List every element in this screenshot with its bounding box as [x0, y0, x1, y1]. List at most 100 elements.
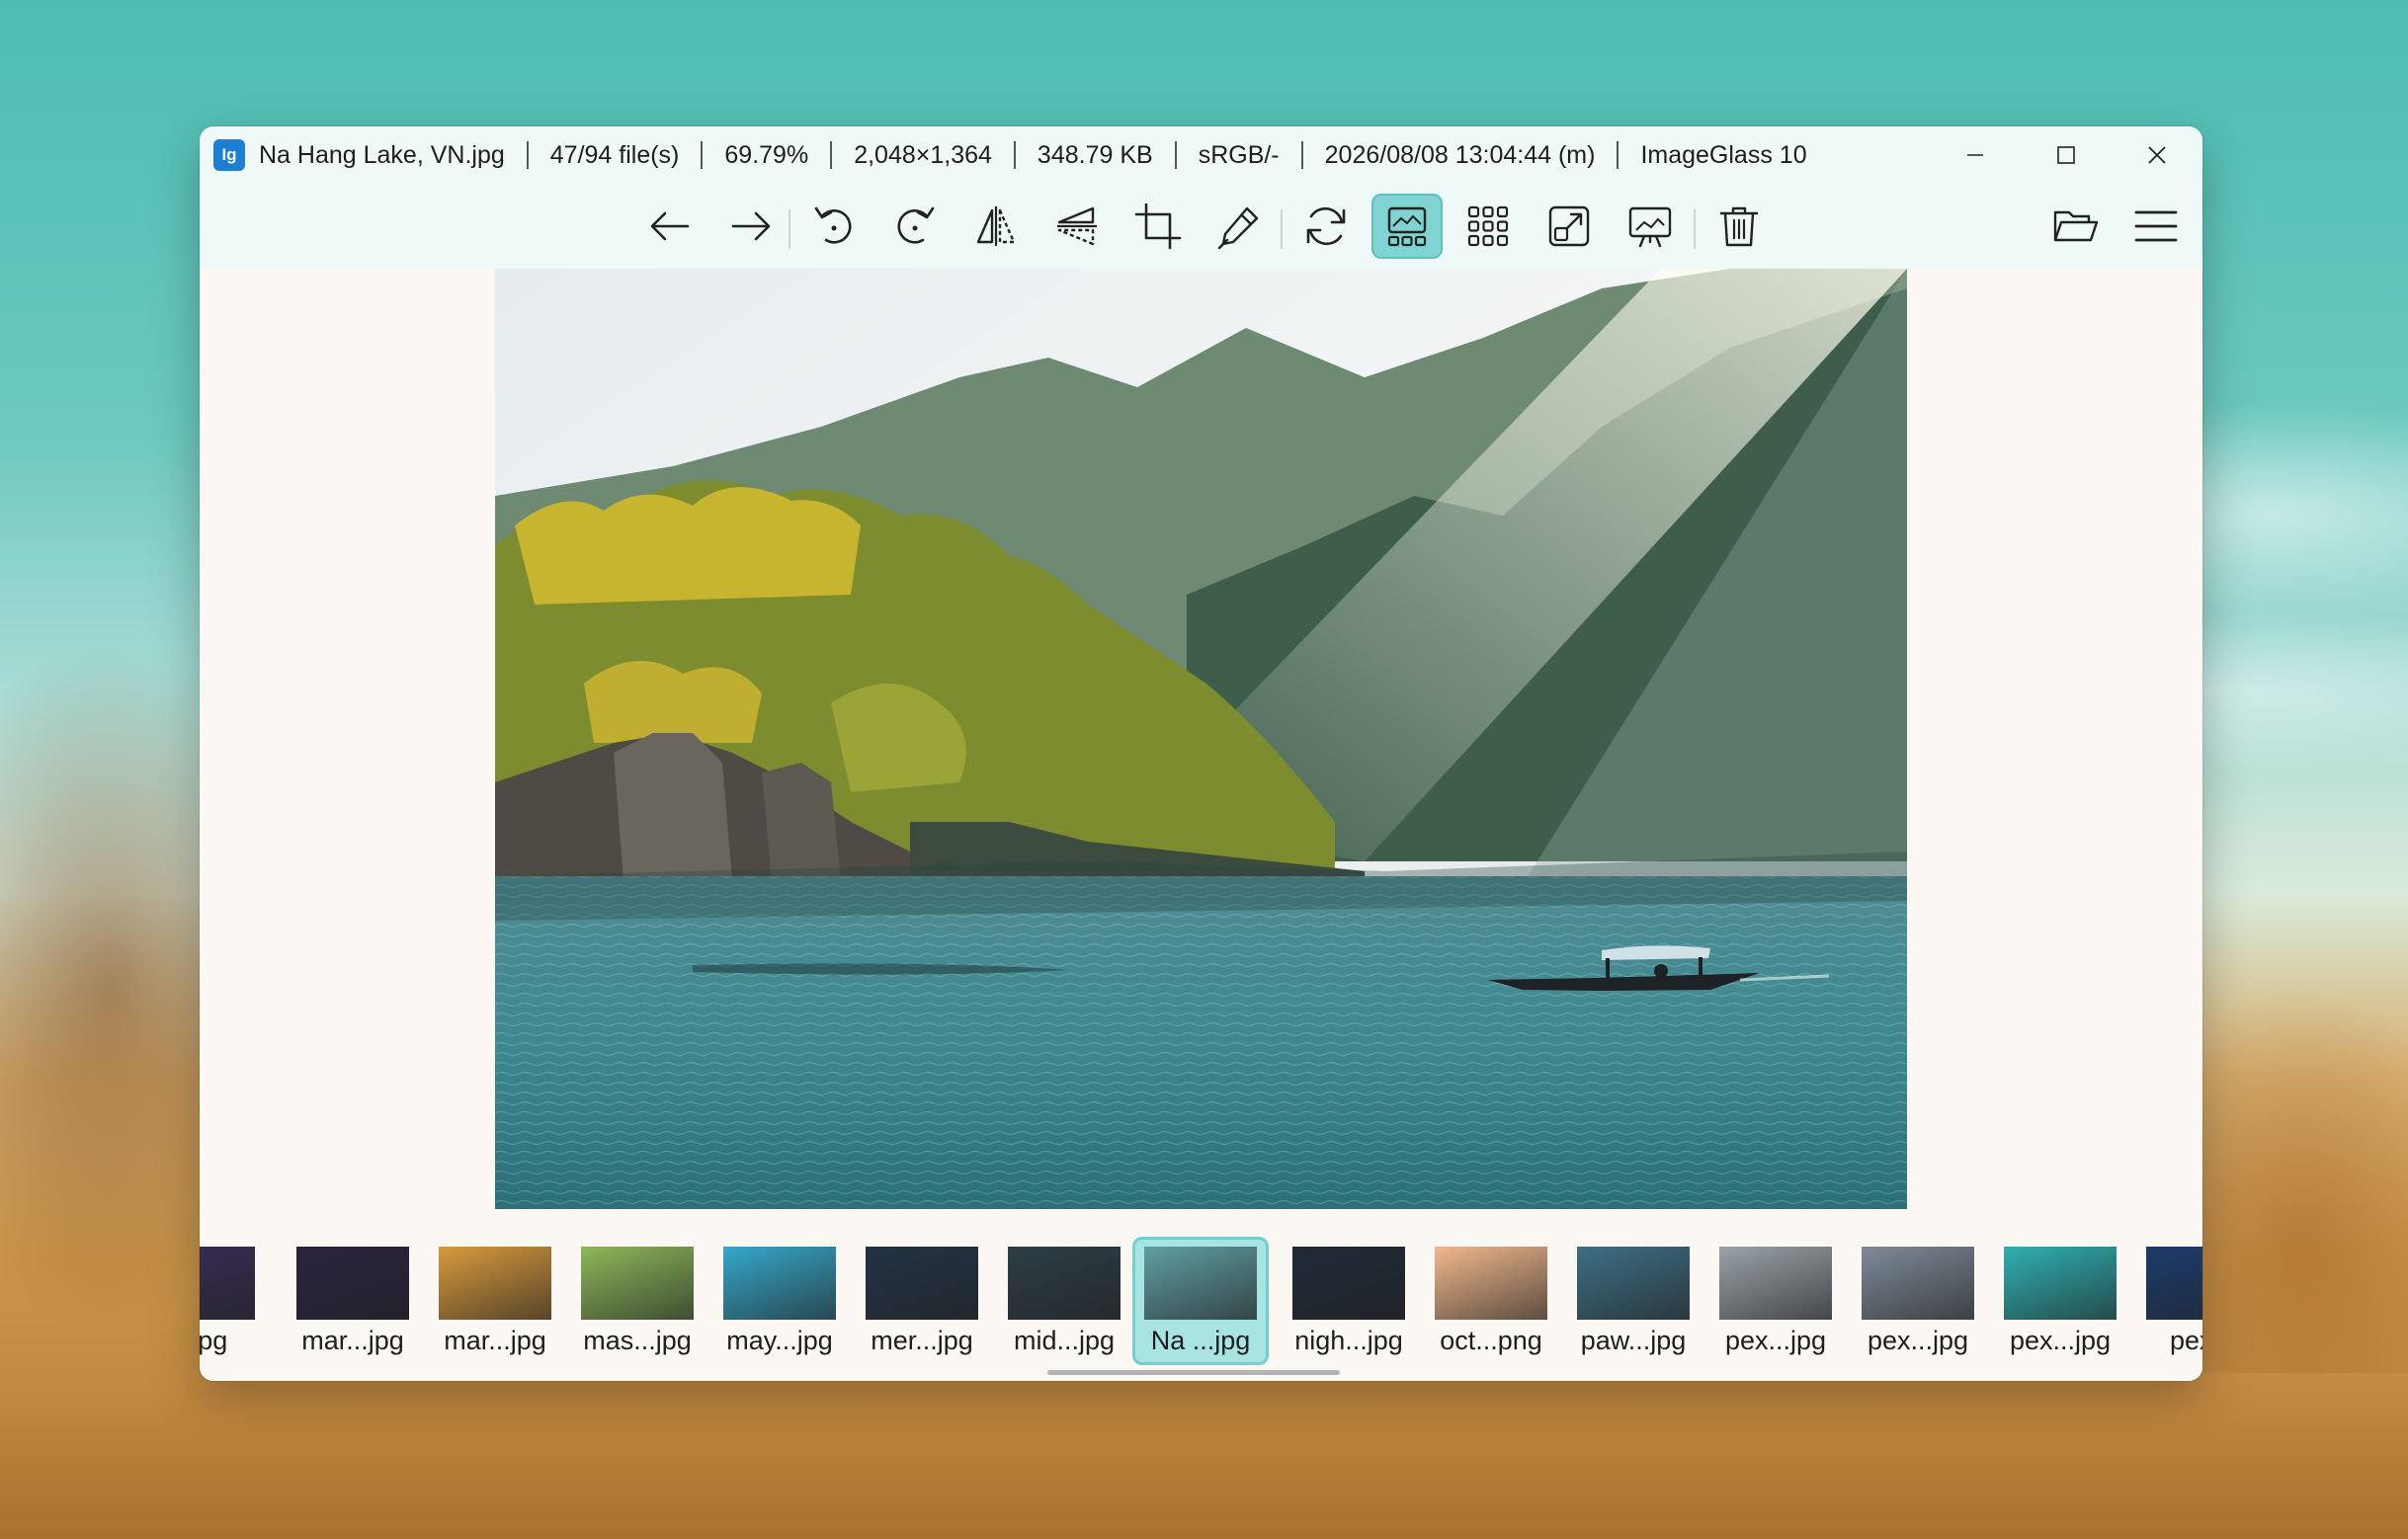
thumbnail-item[interactable]: mer...jpg [854, 1237, 990, 1365]
title-separator [830, 141, 833, 169]
thumbnail-item[interactable]: pex...jpg [1992, 1237, 2128, 1365]
toolbar-separator [1281, 209, 1283, 249]
thumbnail-bar-button[interactable] [1371, 194, 1443, 259]
minimize-button[interactable] [1930, 126, 2021, 184]
flip-vertical-icon [1057, 206, 1097, 246]
thumbnail-label: pex... [2169, 1326, 2202, 1355]
title-datetime: 2026/08/08 13:04:44 (m) [1324, 140, 1596, 169]
thumbnail-label: mer...jpg [871, 1326, 973, 1355]
title-separator [701, 141, 704, 169]
app-logo-icon: Ig [213, 139, 245, 171]
rotate-left-icon [814, 206, 852, 244]
window-controls [1930, 126, 2202, 184]
title-file-size: 348.79 KB [1037, 140, 1153, 169]
main-menu-button[interactable] [2120, 194, 2192, 259]
rotate-right-icon [897, 206, 935, 244]
delete-icon [1719, 206, 1759, 247]
thumbnail-image [581, 1247, 694, 1320]
previous-image-button[interactable] [634, 194, 706, 259]
slideshow-icon [1628, 206, 1672, 248]
rotate-left-button[interactable] [798, 194, 870, 259]
rotate-right-button[interactable] [879, 194, 951, 259]
thumbnail-item[interactable]: pex... [2134, 1237, 2202, 1365]
thumbnail-scrollbar[interactable] [1047, 1370, 1340, 1375]
imageglass-window: Ig Na Hang Lake, VN.jpg 47/94 file(s) 69… [200, 126, 2202, 1381]
title-separator [526, 141, 529, 169]
color-picker-icon [1217, 206, 1259, 250]
title-app-name: ImageGlass 10 [1640, 140, 1807, 169]
flip-horizontal-button[interactable] [960, 194, 1032, 259]
thumbnail-image [1862, 1247, 1974, 1320]
thumbnail-label: may...jpg [726, 1326, 833, 1355]
open-file-button[interactable] [2039, 194, 2111, 259]
title-separator [1617, 141, 1619, 169]
lake-photo [495, 269, 1907, 1209]
title-zoom: 69.79% [724, 140, 809, 169]
thumbnail-bar-icon [1387, 206, 1427, 247]
flip-vertical-button[interactable] [1041, 194, 1113, 259]
refresh-icon [1306, 206, 1346, 246]
thumbnail-item[interactable]: oct...png [1423, 1237, 1559, 1365]
title-bar[interactable]: Ig Na Hang Lake, VN.jpg 47/94 file(s) 69… [200, 126, 2202, 184]
fullscreen-icon [1548, 205, 1590, 247]
slideshow-button[interactable] [1615, 194, 1686, 259]
thumbnail-label: mid...jpg [1013, 1326, 1116, 1355]
maximize-button[interactable] [2021, 126, 2112, 184]
thumbnail-label: mar...jpg [301, 1326, 404, 1355]
thumbnail-image [1144, 1247, 1257, 1320]
thumbnail-item[interactable]: ...jpg [200, 1237, 267, 1365]
thumbnail-item[interactable]: mar...jpg [427, 1237, 563, 1365]
title-color-profile: sRGB/- [1198, 140, 1280, 169]
thumbnail-image [1719, 1247, 1832, 1320]
thumbnail-item[interactable]: Na ...jpg [1132, 1237, 1269, 1365]
thumbnail-item[interactable]: mid...jpg [996, 1237, 1132, 1365]
thumbnail-label: mas...jpg [583, 1326, 692, 1355]
color-picker-button[interactable] [1204, 194, 1275, 259]
thumbnail-item[interactable]: nigh...jpg [1281, 1237, 1417, 1365]
thumbnail-image [1292, 1247, 1405, 1320]
menu-icon [2134, 210, 2178, 242]
title-separator [1300, 141, 1303, 169]
delete-button[interactable] [1703, 194, 1775, 259]
thumbnail-image [866, 1247, 978, 1320]
toolbar [200, 184, 2202, 269]
thumbnail-label: pex...jpg [2009, 1326, 2112, 1355]
thumbnail-bar[interactable]: ...jpg mar...jpg mar...jpg mas...jpg may...j… [200, 1223, 2202, 1381]
toolbar-separator [1694, 209, 1696, 249]
thumbnail-image [723, 1247, 836, 1320]
fullscreen-button[interactable] [1534, 194, 1605, 259]
thumbnail-item[interactable]: mas...jpg [569, 1237, 706, 1365]
title-filename: Na Hang Lake, VN.jpg [259, 140, 505, 169]
thumbnail-image [1435, 1247, 1547, 1320]
next-image-button[interactable] [715, 194, 787, 259]
crop-icon [1134, 202, 1182, 250]
thumbnail-image [439, 1247, 551, 1320]
thumbnail-item[interactable]: may...jpg [711, 1237, 848, 1365]
thumbnail-label: mar...jpg [444, 1326, 546, 1355]
crop-button[interactable] [1122, 194, 1194, 259]
close-button[interactable] [2112, 126, 2202, 184]
title-dimensions: 2,048×1,364 [854, 140, 992, 169]
maximize-icon [2057, 146, 2075, 164]
title-separator [1013, 141, 1016, 169]
open-folder-icon [2053, 210, 2099, 242]
thumbnail-item[interactable]: mar...jpg [285, 1237, 421, 1365]
thumbnail-label: pex...jpg [1867, 1326, 1969, 1355]
thumbnail-item[interactable]: pex...jpg [1707, 1237, 1844, 1365]
gallery-button[interactable] [1453, 194, 1524, 259]
main-image[interactable] [495, 269, 1907, 1209]
thumbnail-image [1008, 1247, 1121, 1320]
gallery-grid-icon [1467, 205, 1509, 247]
thumbnail-item[interactable]: pex...jpg [1850, 1237, 1986, 1365]
refresh-button[interactable] [1290, 194, 1362, 259]
image-viewer[interactable] [200, 269, 2202, 1339]
thumbnail-label: pex...jpg [1724, 1326, 1827, 1355]
thumbnail-image [2146, 1247, 2202, 1320]
title-file-index: 47/94 file(s) [549, 140, 680, 169]
thumbnail-image [2004, 1247, 2117, 1320]
thumbnail-item[interactable]: paw...jpg [1565, 1237, 1702, 1365]
arrow-left-icon [650, 211, 690, 241]
thumbnail-label: Na ...jpg [1150, 1326, 1251, 1355]
thumbnail-label: oct...png [1440, 1326, 1542, 1355]
toolbar-separator [789, 209, 790, 249]
